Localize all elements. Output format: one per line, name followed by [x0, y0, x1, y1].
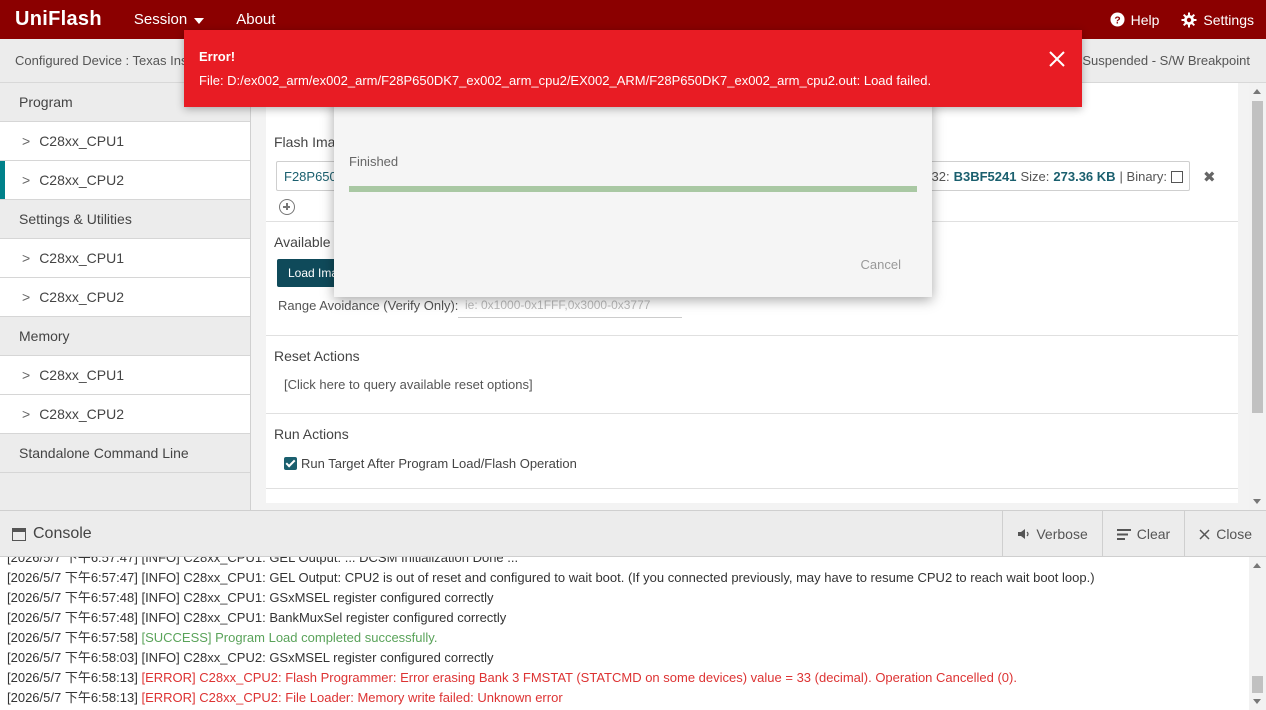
sidebar-section-standalone[interactable]: Standalone Command Line	[0, 434, 250, 473]
range-avoidance-label: Range Avoidance (Verify Only):	[278, 298, 459, 313]
chevron-right-icon: >	[22, 289, 31, 305]
svg-text:?: ?	[1114, 15, 1120, 26]
range-avoidance-input[interactable]: ie: 0x1000-0x1FFF,0x3000-0x3777	[458, 296, 682, 318]
verbose-label: Verbose	[1036, 526, 1088, 542]
chevron-right-icon: >	[22, 250, 31, 266]
verbose-button[interactable]: Verbose	[1002, 511, 1101, 557]
divider	[266, 488, 1238, 489]
clear-button[interactable]: Clear	[1101, 511, 1184, 557]
clear-lines-icon	[1116, 528, 1131, 540]
progress-bar-fill	[349, 186, 917, 192]
configured-device: Configured Device : Texas Ins	[15, 53, 188, 68]
console-title-label: Console	[33, 525, 92, 542]
app-brand: UniFlash	[15, 8, 102, 30]
settings-button[interactable]: Settings	[1181, 12, 1254, 28]
binary-checkbox[interactable]	[1171, 170, 1183, 183]
window-icon	[12, 527, 26, 541]
chevron-down-icon	[194, 17, 205, 24]
run-target-label: Run Target After Program Load/Flash Oper…	[301, 456, 577, 471]
progress-dialog: Finished Cancel	[334, 95, 932, 297]
binary-label: | Binary:	[1119, 169, 1167, 184]
flash-image-meta: C32: B3BF5241 Size: 273.36 KB | Binary:	[922, 169, 1183, 184]
scroll-down-icon[interactable]	[1253, 499, 1261, 504]
console-scrollbar[interactable]	[1249, 557, 1266, 710]
sidebar-item-settings-cpu2[interactable]: > C28xx_CPU2	[0, 278, 250, 317]
log-line-error: [2026/5/7 下午6:58:13] [ERROR] C28xx_CPU2:…	[7, 690, 563, 705]
run-target-checkbox[interactable]	[284, 457, 297, 470]
progress-bar	[349, 186, 917, 192]
menu-session[interactable]: Session	[133, 11, 205, 28]
sidebar-section-settings[interactable]: Settings & Utilities	[0, 200, 250, 239]
close-icon[interactable]	[1048, 50, 1066, 68]
query-reset-options-link[interactable]: [Click here to query available reset opt…	[284, 377, 533, 392]
sidebar: Program > C28xx_CPU1 > C28xx_CPU2 Settin…	[0, 83, 251, 510]
speaker-icon	[1017, 528, 1030, 540]
console-title: Console	[12, 525, 92, 543]
sidebar-item-label: C28xx_CPU2	[39, 172, 125, 188]
sidebar-item-label: C28xx_CPU2	[39, 406, 125, 422]
sidebar-item-program-cpu1[interactable]: > C28xx_CPU1	[0, 122, 250, 161]
console-log: [2026/5/7 下午6:57:47] [INFO] C28xx_CPU1: …	[0, 557, 1249, 710]
error-message: File: D:/ex002_arm/ex002_arm/F28P650DK7_…	[199, 73, 932, 88]
flash-image-file-name: F28P650	[284, 169, 337, 184]
scroll-up-icon[interactable]	[1253, 563, 1261, 568]
size-value: 273.36 KB	[1053, 169, 1116, 184]
sidebar-item-label: C28xx_CPU2	[39, 289, 125, 305]
target-status: Suspended - S/W Breakpoint	[1082, 53, 1250, 68]
scroll-up-icon[interactable]	[1253, 89, 1261, 94]
size-label: Size:	[1020, 169, 1050, 184]
sidebar-item-memory-cpu1[interactable]: > C28xx_CPU1	[0, 356, 250, 395]
log-line: [2026/5/7 下午6:57:47] [INFO] C28xx_CPU1: …	[7, 557, 519, 565]
run-actions-title: Run Actions	[274, 426, 349, 442]
scrollbar-thumb[interactable]	[1252, 676, 1263, 693]
settings-label: Settings	[1203, 11, 1254, 28]
question-circle-icon: ?	[1110, 12, 1125, 27]
reset-actions-title: Reset Actions	[274, 348, 360, 364]
progress-status: Finished	[349, 154, 399, 169]
chevron-right-icon: >	[22, 406, 31, 422]
log-line: [2026/5/7 下午6:58:03] [INFO] C28xx_CPU2: …	[7, 650, 494, 665]
chevron-right-icon: >	[22, 367, 31, 383]
sidebar-item-program-cpu2[interactable]: > C28xx_CPU2	[0, 161, 250, 200]
divider	[266, 413, 1238, 414]
gear-icon	[1181, 12, 1197, 28]
menu-about[interactable]: About	[236, 11, 275, 28]
menu-session-label: Session	[133, 11, 188, 28]
scroll-down-icon[interactable]	[1253, 699, 1261, 704]
close-label: Close	[1216, 526, 1252, 542]
close-icon	[1199, 528, 1210, 540]
log-line-success: [2026/5/7 下午6:57:58] [SUCCESS] Program L…	[7, 630, 438, 645]
close-console-button[interactable]: Close	[1184, 511, 1266, 557]
sidebar-item-memory-cpu2[interactable]: > C28xx_CPU2	[0, 395, 250, 434]
console-header: Console Verbose Clear Close	[0, 510, 1266, 557]
error-title: Error!	[199, 49, 236, 64]
log-line-error: [2026/5/7 下午6:58:13] [ERROR] C28xx_CPU2:…	[7, 670, 1017, 685]
load-image-button[interactable]: Load Ima	[277, 259, 339, 287]
sidebar-item-label: C28xx_CPU1	[39, 133, 125, 149]
available-title: Available	[274, 234, 331, 250]
crc-value: B3BF5241	[953, 169, 1017, 184]
sidebar-section-memory[interactable]: Memory	[0, 317, 250, 356]
clear-label: Clear	[1136, 526, 1171, 542]
divider	[266, 335, 1238, 336]
error-notification: Error! File: D:/ex002_arm/ex002_arm/F28P…	[184, 30, 1082, 107]
help-label: Help	[1130, 11, 1160, 28]
sidebar-item-label: C28xx_CPU1	[39, 250, 125, 266]
log-line: [2026/5/7 下午6:57:47] [INFO] C28xx_CPU1: …	[7, 570, 1095, 585]
flash-image-title: Flash Ima	[274, 134, 336, 150]
scrollbar-thumb[interactable]	[1252, 101, 1263, 413]
main-scrollbar[interactable]	[1249, 83, 1266, 510]
chevron-right-icon: >	[22, 133, 31, 149]
add-image-icon[interactable]	[279, 199, 295, 215]
chevron-right-icon: >	[22, 172, 31, 188]
remove-image-icon[interactable]: ✖	[1203, 168, 1216, 186]
cancel-button[interactable]: Cancel	[861, 257, 901, 272]
log-line: [2026/5/7 下午6:57:48] [INFO] C28xx_CPU1: …	[7, 610, 507, 625]
help-button[interactable]: ? Help	[1110, 11, 1160, 28]
sidebar-item-settings-cpu1[interactable]: > C28xx_CPU1	[0, 239, 250, 278]
log-line: [2026/5/7 下午6:57:48] [INFO] C28xx_CPU1: …	[7, 590, 494, 605]
sidebar-item-label: C28xx_CPU1	[39, 367, 125, 383]
